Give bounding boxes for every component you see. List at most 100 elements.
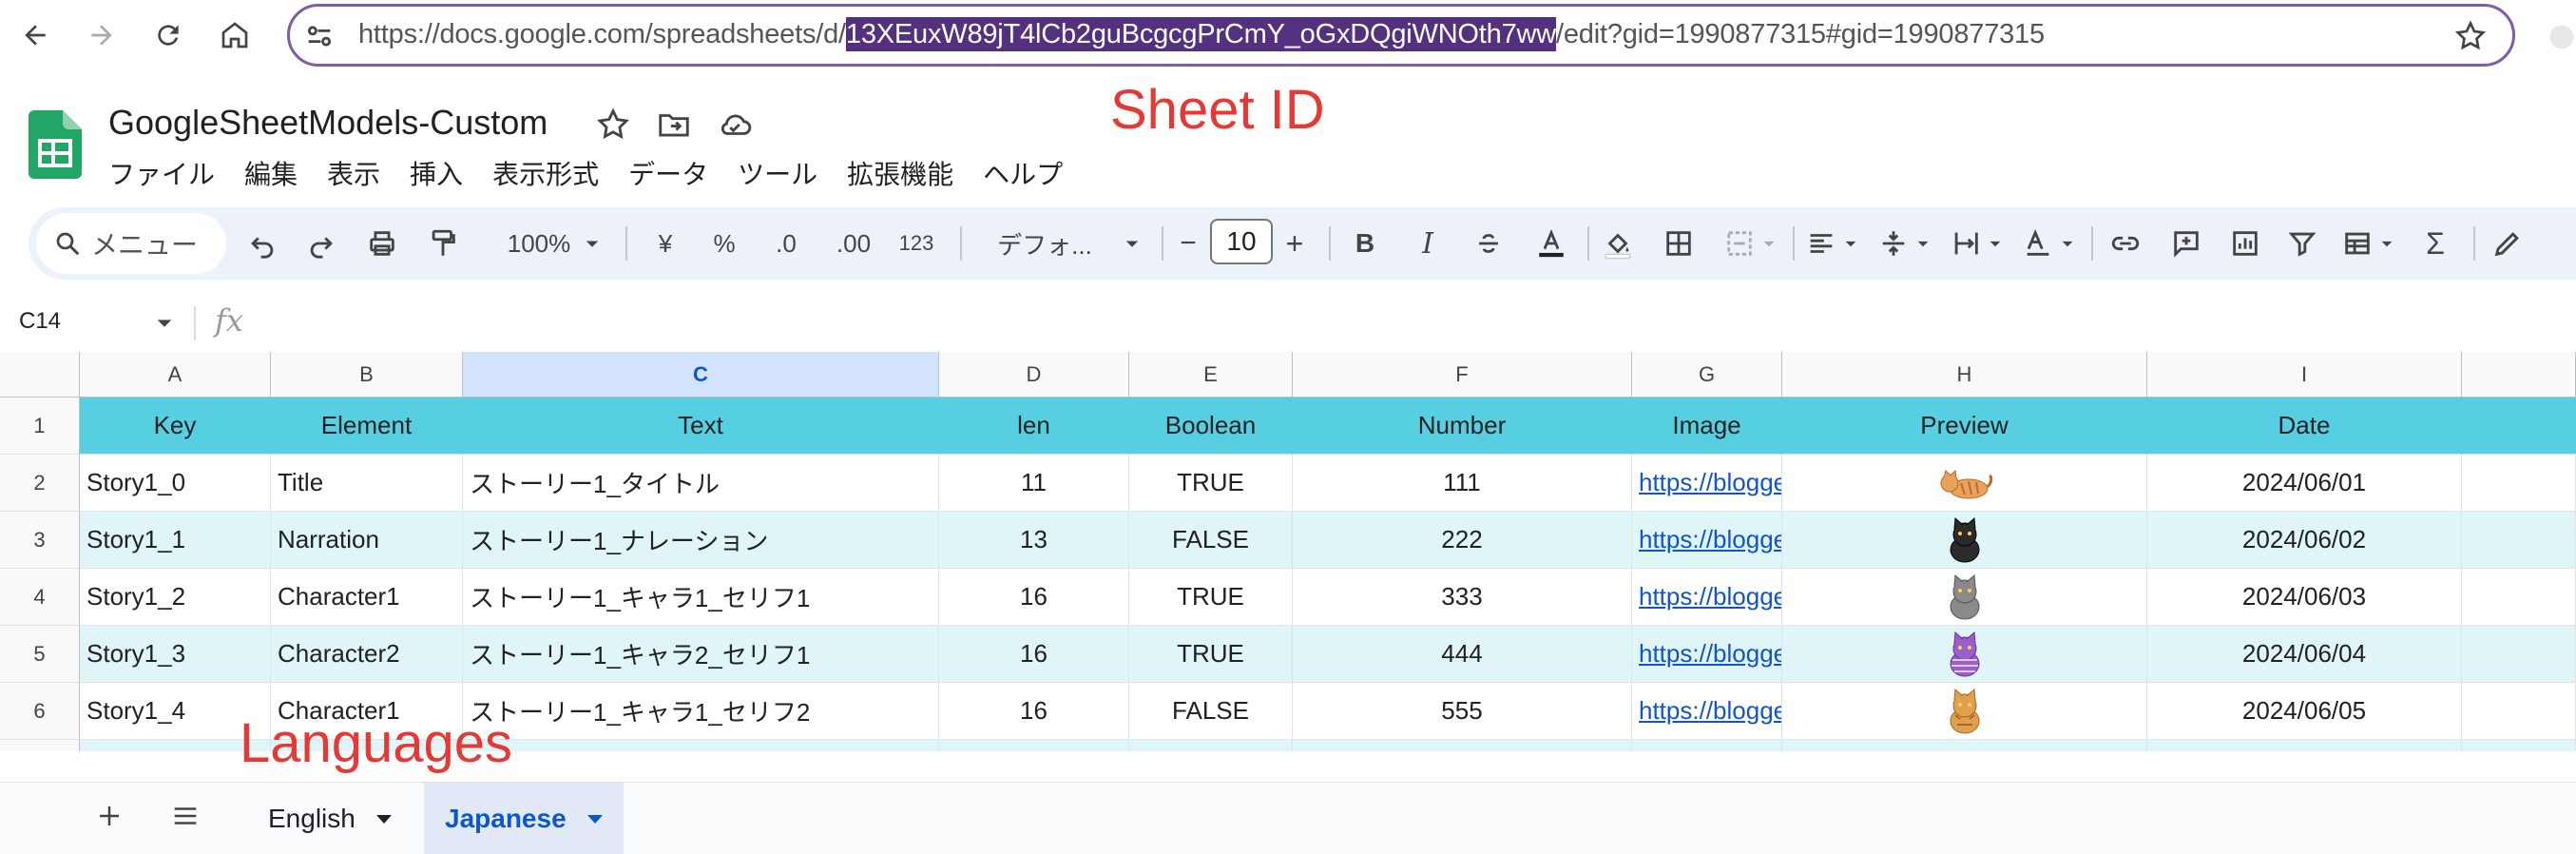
preview-image-cell[interactable] bbox=[1782, 569, 2147, 626]
menu-tools[interactable]: ツール bbox=[738, 154, 817, 192]
menu-edit[interactable]: 編集 bbox=[244, 154, 298, 192]
text-wrapping-button[interactable] bbox=[1945, 219, 1987, 268]
column-header-f[interactable]: F bbox=[1293, 352, 1632, 398]
star-icon[interactable] bbox=[595, 107, 631, 143]
header-cell[interactable] bbox=[2462, 398, 2576, 455]
borders-button[interactable] bbox=[1658, 219, 1700, 268]
menu-data[interactable]: データ bbox=[628, 154, 708, 192]
move-folder-icon[interactable] bbox=[656, 107, 692, 143]
header-cell[interactable]: Image bbox=[1632, 398, 1782, 455]
caret-down-icon[interactable] bbox=[375, 814, 392, 824]
header-cell[interactable]: Text bbox=[463, 398, 939, 455]
chevron-down-icon[interactable] bbox=[154, 318, 175, 331]
table-cell[interactable]: ストーリー1_ナレーション bbox=[463, 512, 939, 569]
table-cell[interactable] bbox=[939, 740, 1129, 751]
preview-image-cell[interactable] bbox=[1782, 455, 2147, 512]
address-bar[interactable]: https://docs.google.com/spreadsheets/d/1… bbox=[287, 4, 2515, 67]
bookmark-star-icon[interactable] bbox=[2453, 19, 2488, 53]
bold-button[interactable]: B bbox=[1344, 219, 1386, 268]
table-cell[interactable]: 16 bbox=[939, 569, 1129, 626]
header-cell[interactable]: len bbox=[939, 398, 1129, 455]
menu-help[interactable]: ヘルプ bbox=[983, 154, 1063, 192]
table-cell[interactable]: 222 bbox=[1293, 512, 1632, 569]
zoom-select[interactable]: 100% bbox=[487, 219, 591, 268]
caret-down-icon[interactable] bbox=[586, 814, 603, 824]
table-cell[interactable]: Story1_2 bbox=[80, 569, 271, 626]
table-cell[interactable] bbox=[2462, 455, 2576, 512]
row-header[interactable]: 1 bbox=[0, 398, 80, 455]
row-header[interactable]: 5 bbox=[0, 626, 80, 683]
decrease-decimal-button[interactable]: .0 bbox=[762, 219, 810, 268]
table-cell[interactable]: TRUE bbox=[1129, 455, 1293, 512]
wrap-dropdown-arrow[interactable] bbox=[1983, 219, 2008, 268]
text-color-button[interactable] bbox=[1530, 219, 1572, 268]
forward-button[interactable] bbox=[80, 13, 124, 57]
table-cell[interactable]: 11 bbox=[939, 455, 1129, 512]
table-cell[interactable] bbox=[1129, 740, 1293, 751]
preview-image-cell[interactable] bbox=[1782, 683, 2147, 740]
table-cell[interactable]: 2024/06/01 bbox=[2147, 455, 2462, 512]
row-header[interactable] bbox=[0, 740, 80, 751]
table-cell[interactable]: 16 bbox=[939, 626, 1129, 683]
table-cell[interactable] bbox=[463, 740, 939, 751]
table-cell[interactable] bbox=[2462, 512, 2576, 569]
align-dropdown-arrow[interactable] bbox=[1838, 219, 1863, 268]
horizontal-align-button[interactable] bbox=[1800, 219, 1842, 268]
all-sheets-button[interactable] bbox=[169, 802, 202, 838]
paint-format-button[interactable] bbox=[422, 219, 464, 268]
table-cell[interactable]: Narration bbox=[271, 512, 463, 569]
print-button[interactable] bbox=[361, 219, 403, 268]
header-cell[interactable]: Number bbox=[1293, 398, 1632, 455]
sheet-tab-english[interactable]: English bbox=[247, 783, 413, 854]
preview-image-cell[interactable] bbox=[1782, 512, 2147, 569]
column-header-g[interactable]: G bbox=[1632, 352, 1782, 398]
merge-dropdown-arrow[interactable] bbox=[1757, 219, 1781, 268]
preview-image-cell[interactable] bbox=[1782, 626, 2147, 683]
table-cell[interactable]: Character2 bbox=[271, 626, 463, 683]
table-cell[interactable] bbox=[2462, 569, 2576, 626]
table-cell[interactable]: ストーリー1_キャラ1_セリフ1 bbox=[463, 569, 939, 626]
header-cell[interactable]: Boolean bbox=[1129, 398, 1293, 455]
row-header[interactable]: 4 bbox=[0, 569, 80, 626]
row-header[interactable]: 6 bbox=[0, 683, 80, 740]
menu-format[interactable]: 表示形式 bbox=[492, 154, 599, 192]
menu-view[interactable]: 表示 bbox=[327, 154, 380, 192]
table-cell[interactable]: 2024/06/02 bbox=[2147, 512, 2462, 569]
table-cell[interactable]: TRUE bbox=[1129, 569, 1293, 626]
sheets-logo-icon[interactable] bbox=[29, 110, 82, 179]
header-cell[interactable]: Element bbox=[271, 398, 463, 455]
zoom-dropdown-arrow[interactable] bbox=[578, 219, 606, 268]
column-header-d[interactable]: D bbox=[939, 352, 1129, 398]
table-cell[interactable]: 2024/06/03 bbox=[2147, 569, 2462, 626]
sheet-tab-japanese[interactable]: Japanese bbox=[424, 783, 624, 854]
rotation-dropdown-arrow[interactable] bbox=[2055, 219, 2080, 268]
table-cell[interactable] bbox=[2462, 683, 2576, 740]
increase-font-size-button[interactable]: + bbox=[1276, 219, 1314, 268]
decrease-font-size-button[interactable]: − bbox=[1169, 219, 1207, 268]
table-cell[interactable]: Story1_0 bbox=[80, 455, 271, 512]
table-cell[interactable] bbox=[2462, 626, 2576, 683]
table-cell[interactable]: Title bbox=[271, 455, 463, 512]
home-button[interactable] bbox=[213, 13, 257, 57]
strikethrough-button[interactable] bbox=[1468, 219, 1509, 268]
table-cell[interactable]: 555 bbox=[1293, 683, 1632, 740]
table-cell[interactable]: 2024/06/05 bbox=[2147, 683, 2462, 740]
table-cell[interactable]: 333 bbox=[1293, 569, 1632, 626]
add-sheet-button[interactable] bbox=[95, 802, 124, 838]
image-link-cell[interactable]: https://blogger bbox=[1632, 569, 1782, 626]
undo-button[interactable] bbox=[241, 219, 283, 268]
filter-views-button[interactable] bbox=[2336, 219, 2378, 268]
table-cell[interactable]: 13 bbox=[939, 512, 1129, 569]
filter-button[interactable] bbox=[2281, 219, 2323, 268]
table-cell[interactable]: 2024/06/04 bbox=[2147, 626, 2462, 683]
redo-button[interactable] bbox=[300, 219, 342, 268]
table-cell[interactable]: ストーリー1_キャラ2_セリフ1 bbox=[463, 626, 939, 683]
site-settings-icon[interactable] bbox=[303, 20, 336, 52]
image-link-cell[interactable]: https://blogger bbox=[1632, 683, 1782, 740]
merge-cells-button[interactable] bbox=[1719, 219, 1760, 268]
image-link-cell[interactable]: https://blogger bbox=[1632, 455, 1782, 512]
currency-button[interactable]: ¥ bbox=[644, 219, 686, 268]
menu-file[interactable]: ファイル bbox=[108, 154, 215, 192]
table-cell[interactable]: FALSE bbox=[1129, 683, 1293, 740]
column-header-e[interactable]: E bbox=[1129, 352, 1293, 398]
